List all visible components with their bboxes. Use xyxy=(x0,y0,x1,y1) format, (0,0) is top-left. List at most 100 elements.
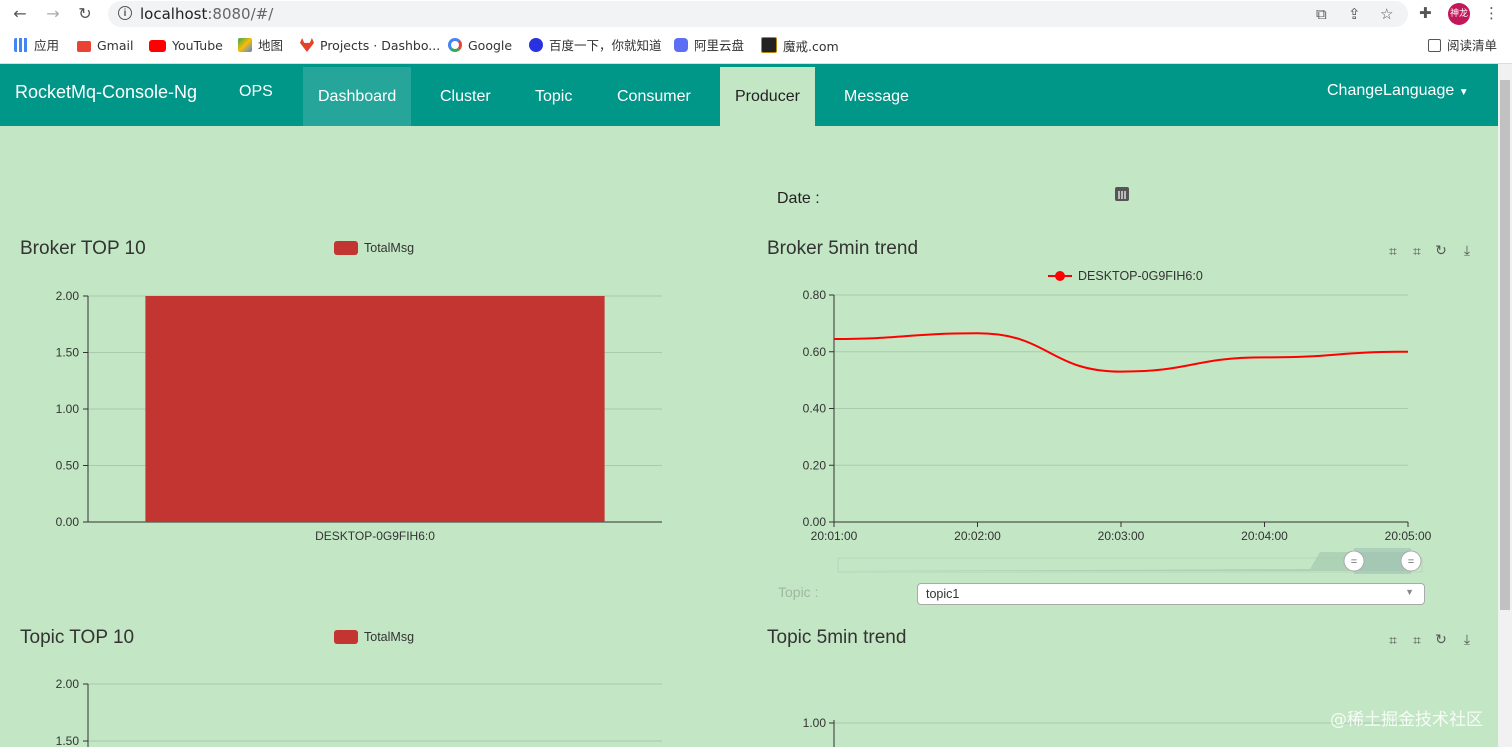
y-tick-label: 0.60 xyxy=(803,345,827,359)
y-tick-label: 0.80 xyxy=(803,288,827,302)
download-icon[interactable]: ⤓ xyxy=(1460,633,1474,647)
reading-list[interactable]: 阅读清单 xyxy=(1428,37,1497,55)
reload-icon[interactable]: ↻ xyxy=(75,4,95,24)
y-tick-label: 1.00 xyxy=(56,402,80,416)
nav-topic[interactable]: Topic xyxy=(520,67,587,126)
x-tick-label: 20:03:00 xyxy=(1098,529,1145,543)
maps-icon xyxy=(238,38,252,52)
y-tick-label: 0.00 xyxy=(803,515,827,529)
zoom-reset-icon[interactable]: ⌗ xyxy=(1410,634,1424,648)
bookmark-gmail[interactable]: Gmail xyxy=(77,37,133,55)
broker-trend-title: Broker 5min trend xyxy=(767,238,919,259)
y-tick-label: 1.00 xyxy=(803,716,827,730)
topic-select-label: Topic : xyxy=(778,584,819,600)
zoom-icon[interactable]: ⌗ xyxy=(1386,634,1400,648)
zoom-handle-grip: = xyxy=(1408,556,1414,568)
topic-select-value: topic1 xyxy=(926,587,960,601)
zoom-reset-icon[interactable]: ⌗ xyxy=(1410,245,1424,259)
bookmark-youtube[interactable]: YouTube xyxy=(149,37,223,55)
site-info-icon[interactable]: i xyxy=(118,6,132,20)
bookmark-label: Gmail xyxy=(97,38,134,53)
share-icon[interactable]: ⇪ xyxy=(1348,5,1361,23)
topic-trend-title: Topic 5min trend xyxy=(767,627,907,648)
x-tick-label: 20:04:00 xyxy=(1241,529,1288,543)
restore-icon[interactable]: ↻ xyxy=(1434,244,1448,258)
watermark: @稀土掘金技术社区 xyxy=(1330,710,1483,730)
nav-cluster[interactable]: Cluster xyxy=(425,67,506,126)
reading-list-label: 阅读清单 xyxy=(1447,38,1498,53)
legend-label: DESKTOP-0G9FIH6:0 xyxy=(1078,269,1203,283)
translate-icon[interactable]: ⧉ xyxy=(1316,5,1327,23)
topic-select[interactable]: topic1 ▼ xyxy=(917,583,1425,605)
url-text: localhost:8080/#/ xyxy=(140,5,274,23)
legend-swatch xyxy=(334,241,358,255)
bookmark-label: Projects · Dashbo... xyxy=(320,38,441,53)
nav-ops[interactable]: OPS xyxy=(224,64,288,123)
app-navbar: RocketMq-Console-Ng OPS Dashboard Cluste… xyxy=(0,64,1498,126)
caret-down-icon: ▼ xyxy=(1458,87,1469,98)
x-tick-label: 20:02:00 xyxy=(954,529,1001,543)
x-tick-label: 20:05:00 xyxy=(1385,529,1432,543)
legend-marker xyxy=(1055,271,1065,281)
topic-top-title: Topic TOP 10 xyxy=(20,627,135,648)
download-icon[interactable]: ⤓ xyxy=(1460,244,1474,258)
bookmarks-bar: 应用 Gmail YouTube 地图 Projects · Dashbo...… xyxy=(0,28,1512,64)
browser-toolbar: ← → ↻ i localhost:8080/#/ ⧉ ⇪ ☆ ✚ 神龙 ⋮ xyxy=(0,0,1512,28)
nav-dashboard[interactable]: Dashboard xyxy=(303,67,412,126)
calendar-icon[interactable] xyxy=(1115,187,1129,201)
nav-producer[interactable]: Producer xyxy=(720,67,815,126)
change-language-label: ChangeLanguage xyxy=(1327,82,1455,99)
bookmark-aliyun[interactable]: 阿里云盘 xyxy=(674,37,744,55)
broker-trend-chart: DESKTOP-0G9FIH6:0 0.00 0.20 0.40 0.60 0.80 20:… xyxy=(803,269,1432,574)
y-tick-label: 1.50 xyxy=(56,346,80,360)
bookmark-star-icon[interactable]: ☆ xyxy=(1380,5,1393,23)
bookmark-mojie[interactable]: 魔戒.com xyxy=(761,37,839,55)
google-icon xyxy=(448,38,462,52)
y-tick-label: 1.50 xyxy=(56,734,80,747)
bookmark-gitlab[interactable]: Projects · Dashbo... xyxy=(300,37,440,55)
bookmark-baidu[interactable]: 百度一下，你就知道 xyxy=(529,37,662,55)
legend-label: TotalMsg xyxy=(364,630,415,644)
address-bar[interactable]: i localhost:8080/#/ ⧉ ⇪ ☆ xyxy=(108,1,1408,27)
menu-kebab-icon[interactable]: ⋮ xyxy=(1484,4,1499,22)
scrollbar-thumb[interactable] xyxy=(1500,80,1510,610)
bookmark-google[interactable]: Google xyxy=(448,37,512,55)
nav-message[interactable]: Message xyxy=(829,67,924,126)
youtube-icon xyxy=(149,40,166,52)
zoom-slider-area xyxy=(838,552,1410,571)
brand-title[interactable]: RocketMq-Console-Ng xyxy=(15,82,197,103)
avatar[interactable]: 神龙 xyxy=(1448,3,1470,25)
baidu-icon xyxy=(529,38,543,52)
change-language-dropdown[interactable]: ChangeLanguage ▼ xyxy=(1327,82,1469,100)
broker-top-legend[interactable]: TotalMsg xyxy=(334,241,414,255)
extensions-puzzle-icon[interactable]: ✚ xyxy=(1419,4,1432,22)
y-tick-label: 2.00 xyxy=(56,677,80,691)
y-tick-label: 0.00 xyxy=(56,515,80,529)
back-arrow-icon[interactable]: ← xyxy=(10,4,30,24)
forward-arrow-icon[interactable]: → xyxy=(43,4,63,24)
bookmark-label: 地图 xyxy=(258,38,284,53)
apps-grid-icon xyxy=(14,38,28,52)
topic-top-legend[interactable]: TotalMsg xyxy=(334,630,414,644)
zoom-icon[interactable]: ⌗ xyxy=(1386,245,1400,259)
broker-top-title: Broker TOP 10 xyxy=(20,238,146,259)
restore-icon[interactable]: ↻ xyxy=(1434,633,1448,647)
bookmark-apps[interactable]: 应用 xyxy=(14,37,59,55)
bookmark-label: 魔戒.com xyxy=(783,39,839,54)
bookmark-maps[interactable]: 地图 xyxy=(238,37,283,55)
mojie-icon xyxy=(761,37,777,53)
date-label: Date : xyxy=(777,190,820,207)
gmail-icon xyxy=(77,41,91,52)
nav-consumer[interactable]: Consumer xyxy=(602,67,706,126)
y-tick-label: 0.50 xyxy=(56,459,80,473)
aliyun-drive-icon xyxy=(674,38,688,52)
gitlab-icon xyxy=(300,38,314,52)
page-scrollbar[interactable] xyxy=(1498,64,1512,747)
x-tick-label: 20:01:00 xyxy=(811,529,858,543)
y-tick-label: 0.20 xyxy=(803,458,827,472)
x-tick-label: DESKTOP-0G9FIH6:0 xyxy=(315,529,435,543)
series-line xyxy=(833,332,1409,373)
bookmark-label: 应用 xyxy=(34,38,60,53)
topic-top-chart: 2.00 1.50 xyxy=(56,677,662,747)
bookmark-label: Google xyxy=(468,38,513,53)
